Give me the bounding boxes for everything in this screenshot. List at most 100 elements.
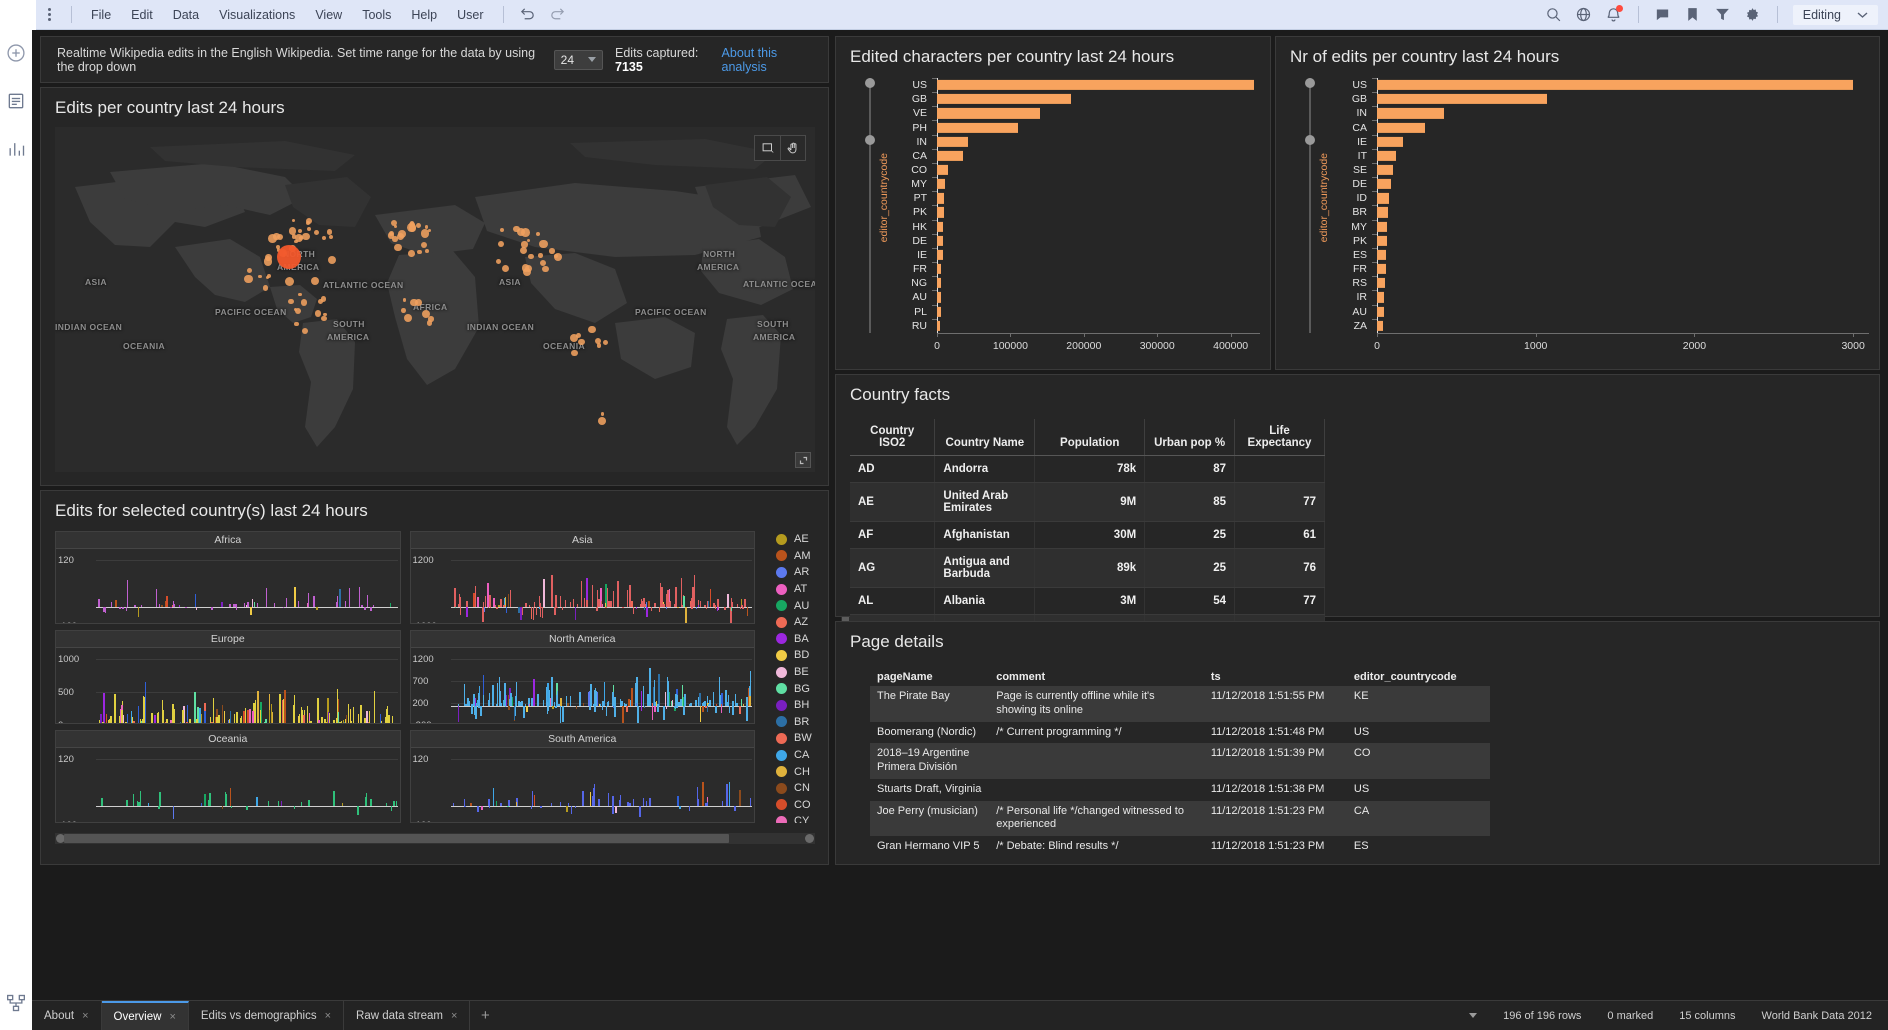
table-row[interactable]: 2018–19 Argentine Primera División11/12/…	[870, 743, 1490, 779]
subplot-horizontal-scrollbar[interactable]	[55, 833, 815, 844]
menu-item-data[interactable]: Data	[163, 4, 209, 26]
bar-row[interactable]: DE	[1342, 177, 1869, 191]
table-row[interactable]: Joe Perry (musician)/* Personal life */c…	[870, 801, 1490, 837]
legend-item-BR[interactable]: BR	[776, 714, 818, 731]
bar-row[interactable]: SE	[1342, 163, 1869, 177]
bar-row[interactable]: PK	[1342, 234, 1869, 248]
table-row[interactable]: Boomerang (Nordic)/* Current programming…	[870, 722, 1490, 744]
app-menu-kebab-icon[interactable]	[36, 8, 62, 21]
menu-item-visualizations[interactable]: Visualizations	[209, 4, 305, 26]
search-icon[interactable]	[1539, 0, 1569, 30]
legend-item-AE[interactable]: AE	[776, 531, 818, 548]
redo-icon[interactable]	[543, 0, 573, 30]
subplot-south-america[interactable]: South America120-100	[410, 730, 756, 823]
bar[interactable]	[1377, 165, 1393, 175]
page-details-col-header[interactable]: comment	[989, 668, 1204, 686]
filter-icon[interactable]	[1708, 0, 1738, 30]
bar[interactable]	[937, 250, 943, 260]
notifications-icon[interactable]	[1599, 0, 1629, 30]
bar-row[interactable]: PT	[902, 191, 1260, 205]
map-resize-handle-icon[interactable]	[795, 452, 811, 468]
bar-row[interactable]: GB	[902, 92, 1260, 106]
legend-item-BD[interactable]: BD	[776, 647, 818, 664]
edited-characters-plot[interactable]: USGBVEPHINCACOMYPTPKHKDEIEFRNGAUPLRU	[902, 78, 1260, 333]
slider-handle-bottom[interactable]	[1305, 135, 1315, 145]
close-icon[interactable]: ×	[451, 1010, 457, 1022]
bar-row[interactable]: CA	[902, 149, 1260, 163]
globe-icon[interactable]	[1569, 0, 1599, 30]
legend-item-BW[interactable]: BW	[776, 730, 818, 747]
bar[interactable]	[937, 278, 941, 288]
legend-item-BA[interactable]: BA	[776, 631, 818, 648]
status-expand-icon[interactable]	[1469, 1013, 1477, 1018]
bar[interactable]	[1377, 306, 1384, 316]
country-facts-col-header[interactable]: Country Name	[935, 419, 1035, 456]
bar[interactable]	[937, 321, 940, 331]
country-facts-col-header[interactable]: Life Expectancy	[1235, 419, 1325, 456]
close-icon[interactable]: ×	[325, 1010, 331, 1022]
menu-item-help[interactable]: Help	[401, 4, 447, 26]
tab-overview[interactable]: Overview×	[102, 1001, 189, 1030]
hscroll-right-handle[interactable]	[805, 834, 814, 843]
bar-row[interactable]: GB	[1342, 92, 1869, 106]
bar[interactable]	[1377, 236, 1387, 246]
legend-item-BE[interactable]: BE	[776, 664, 818, 681]
bar-row[interactable]: PH	[902, 120, 1260, 134]
table-row[interactable]: AEUnited Arab Emirates9M8577	[850, 483, 1325, 522]
legend-item-AZ[interactable]: AZ	[776, 614, 818, 631]
bar-row[interactable]: AU	[902, 290, 1260, 304]
menu-item-user[interactable]: User	[447, 4, 493, 26]
subplot-north-america[interactable]: North America1200700200-300	[410, 630, 756, 723]
undo-icon[interactable]	[513, 0, 543, 30]
bar[interactable]	[937, 207, 944, 217]
bar-row[interactable]: IT	[1342, 149, 1869, 163]
comment-icon[interactable]	[1648, 0, 1678, 30]
bar-row[interactable]: PK	[902, 205, 1260, 219]
table-row[interactable]: Stuarts Draft, Virginia11/12/2018 1:51:3…	[870, 779, 1490, 801]
bar-row[interactable]: ID	[1342, 191, 1869, 205]
country-facts-col-header[interactable]: Urban pop %	[1145, 419, 1235, 456]
legend-item-CO[interactable]: CO	[776, 797, 818, 814]
bar-row[interactable]: DE	[902, 234, 1260, 248]
bar[interactable]	[937, 137, 968, 147]
bar-row[interactable]: IE	[902, 248, 1260, 262]
menu-item-file[interactable]: File	[81, 4, 121, 26]
bar[interactable]	[1377, 264, 1386, 274]
bar[interactable]	[937, 165, 948, 175]
bar-row[interactable]: NG	[902, 276, 1260, 290]
nr-of-edits-range-slider[interactable]	[1305, 78, 1315, 333]
bar[interactable]	[937, 179, 945, 189]
bar[interactable]	[1377, 292, 1384, 302]
rectangle-select-icon[interactable]	[755, 136, 780, 160]
tab-about[interactable]: About×	[32, 1001, 102, 1030]
bar[interactable]	[1377, 278, 1385, 288]
bar-row[interactable]: IN	[1342, 106, 1869, 120]
subplot-africa[interactable]: Africa120-100	[55, 531, 401, 624]
edited-characters-range-slider[interactable]	[865, 78, 875, 333]
table-row[interactable]: AFAfghanistan30M2561	[850, 522, 1325, 549]
bar-row[interactable]: IR	[1342, 290, 1869, 304]
slider-handle-top[interactable]	[865, 78, 875, 88]
bar[interactable]	[937, 108, 1040, 118]
legend-item-CY[interactable]: CY	[776, 813, 818, 823]
bar-row[interactable]: PL	[902, 305, 1260, 319]
page-details-table[interactable]: pageNamecommenttseditor_countrycode The …	[870, 668, 1490, 858]
world-map[interactable]: ASIANORTHAMERICAATLANTIC OCEANASIANORTHA…	[55, 127, 815, 472]
bar[interactable]	[937, 80, 1254, 90]
bar-row[interactable]: FR	[902, 262, 1260, 276]
hscroll-thumb[interactable]	[64, 834, 729, 843]
bar-row[interactable]: VE	[902, 106, 1260, 120]
legend-item-CH[interactable]: CH	[776, 763, 818, 780]
close-icon[interactable]: ×	[82, 1010, 88, 1022]
bar[interactable]	[1377, 321, 1383, 331]
subplot-europe[interactable]: Europe10005000	[55, 630, 401, 723]
bar[interactable]	[937, 151, 963, 161]
bar-row[interactable]: IN	[902, 135, 1260, 149]
add-tab-button[interactable]: +	[470, 1001, 500, 1030]
menu-item-tools[interactable]: Tools	[352, 4, 401, 26]
country-facts-table[interactable]: Country ISO2Country NamePopulationUrban …	[850, 419, 1325, 642]
bar[interactable]	[937, 236, 943, 246]
table-row[interactable]: ADAndorra78k87	[850, 456, 1325, 483]
bar[interactable]	[1377, 80, 1853, 90]
country-facts-col-header[interactable]: Population	[1035, 419, 1145, 456]
